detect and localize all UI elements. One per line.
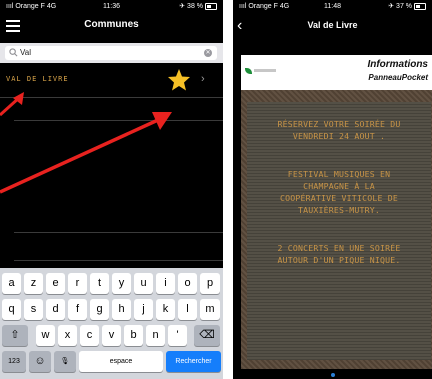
key-o[interactable]: o [178,273,197,294]
battery-icon [205,2,217,10]
key-r[interactable]: r [68,273,87,294]
card-title: Informations [367,59,428,70]
key-v[interactable]: v [102,325,121,346]
annotation-arrow-to-star [0,112,172,194]
space-key[interactable]: espace [79,351,163,372]
key-h[interactable]: h [112,299,131,320]
key-x[interactable]: x [58,325,77,346]
key-p[interactable]: p [200,273,220,294]
key-k[interactable]: k [156,299,175,320]
status-bar: ıııl Orange F 4G 11:48 ✈ 37 % [233,0,432,13]
emoji-key-icon[interactable]: ☺ [29,351,51,372]
message-line: COOPÉRATIVE VITICOLE DE [280,193,398,203]
battery-label: ✈ 38 % [179,3,203,10]
battery-icon [414,2,426,10]
key-f[interactable]: f [68,299,87,320]
key-m[interactable]: m [200,299,220,320]
info-card: Informations PanneauPocket RÉSERVEZ VOTR… [241,55,432,369]
list-item[interactable]: VAL DE LIVRE › [0,63,223,98]
key-n[interactable]: n [146,325,165,346]
key-a[interactable]: a [2,273,21,294]
commune-logo [245,67,276,76]
keyboard-row-2: q s d f g h j k l m [0,299,223,321]
key-b[interactable]: b [124,325,143,346]
message-line: CHAMPAGNE À LA [303,181,375,191]
card-header: Informations PanneauPocket [241,55,432,90]
key-u[interactable]: u [134,273,153,294]
nav-bar: Communes [0,13,223,43]
search-icon [9,48,18,57]
shift-key[interactable]: ⇧ [2,325,28,346]
search-input[interactable]: Val ✕ [5,46,217,60]
commune-detail-screen: ıııl Orange F 4G 11:48 ✈ 37 % ‹ Val de L… [233,0,432,379]
key-w[interactable]: w [36,325,55,346]
chevron-right-icon: › [201,73,205,85]
nav-bar: ‹ Val de Livre [233,13,432,43]
message-line: 2 CONCERTS EN UNE SOIRÉE [277,243,401,253]
battery-indicator: ✈ 37 % [388,0,426,13]
card-subtitle: PanneauPocket [368,73,428,82]
favorite-star-icon[interactable] [167,68,191,92]
key-z[interactable]: z [24,273,43,294]
key-c[interactable]: c [80,325,99,346]
divider [14,120,223,121]
search-value: Val [20,48,31,57]
key-d[interactable]: d [46,299,65,320]
keyboard-row-4: 123 ☺ 🎙 espace Rechercher [0,351,223,373]
message-line: VENDREDI 24 AOUT . [292,131,386,141]
divider [14,260,223,261]
numbers-key[interactable]: 123 [2,351,26,372]
keyboard-row-3: ⇧ w x c v b n ' ⌫ [0,325,223,347]
key-y[interactable]: y [112,273,131,294]
key-j[interactable]: j [134,299,153,320]
key-apostrophe[interactable]: ' [168,325,187,346]
backspace-key[interactable]: ⌫ [194,325,220,346]
message-line: RÉSERVEZ VOTRE SOIRÉE DU [277,119,401,129]
key-t[interactable]: t [90,273,109,294]
search-key[interactable]: Rechercher [166,351,221,372]
message-line: AUTOUR D'UN PIQUE NIQUE. [277,255,401,265]
microphone-key-icon[interactable]: 🎙 [54,351,76,372]
key-g[interactable]: g [90,299,109,320]
key-l[interactable]: l [178,299,197,320]
page-indicator-dot [331,373,335,377]
battery-label: ✈ 37 % [388,3,412,10]
divider [14,232,223,233]
key-q[interactable]: q [2,299,21,320]
key-e[interactable]: e [46,273,65,294]
key-s[interactable]: s [24,299,43,320]
led-message-panel: RÉSERVEZ VOTRE SOIRÉE DU VENDREDI 24 AOU… [247,102,431,360]
keyboard-row-1: a z e r t y u i o p [0,273,223,295]
clear-search-icon[interactable]: ✕ [204,49,212,57]
message-line: TAUXIÈRES-MUTRY. [297,205,381,215]
leaf-icon [245,68,252,74]
search-bar: Val ✕ [0,43,223,63]
message-line: FESTIVAL MUSIQUES EN [287,169,391,179]
logo-text-bar [254,69,276,72]
commune-name: VAL DE LIVRE [6,75,69,83]
page-title: Val de Livre [307,20,358,30]
page-title: Communes [84,19,139,30]
battery-indicator: ✈ 38 % [179,0,217,13]
communes-screen: ıııl Orange F 4G 11:36 ✈ 38 % Communes V… [0,0,223,379]
status-bar: ıııl Orange F 4G 11:36 ✈ 38 % [0,0,223,13]
keyboard: a z e r t y u i o p q s d f g h j k l m … [0,268,223,379]
key-i[interactable]: i [156,273,175,294]
